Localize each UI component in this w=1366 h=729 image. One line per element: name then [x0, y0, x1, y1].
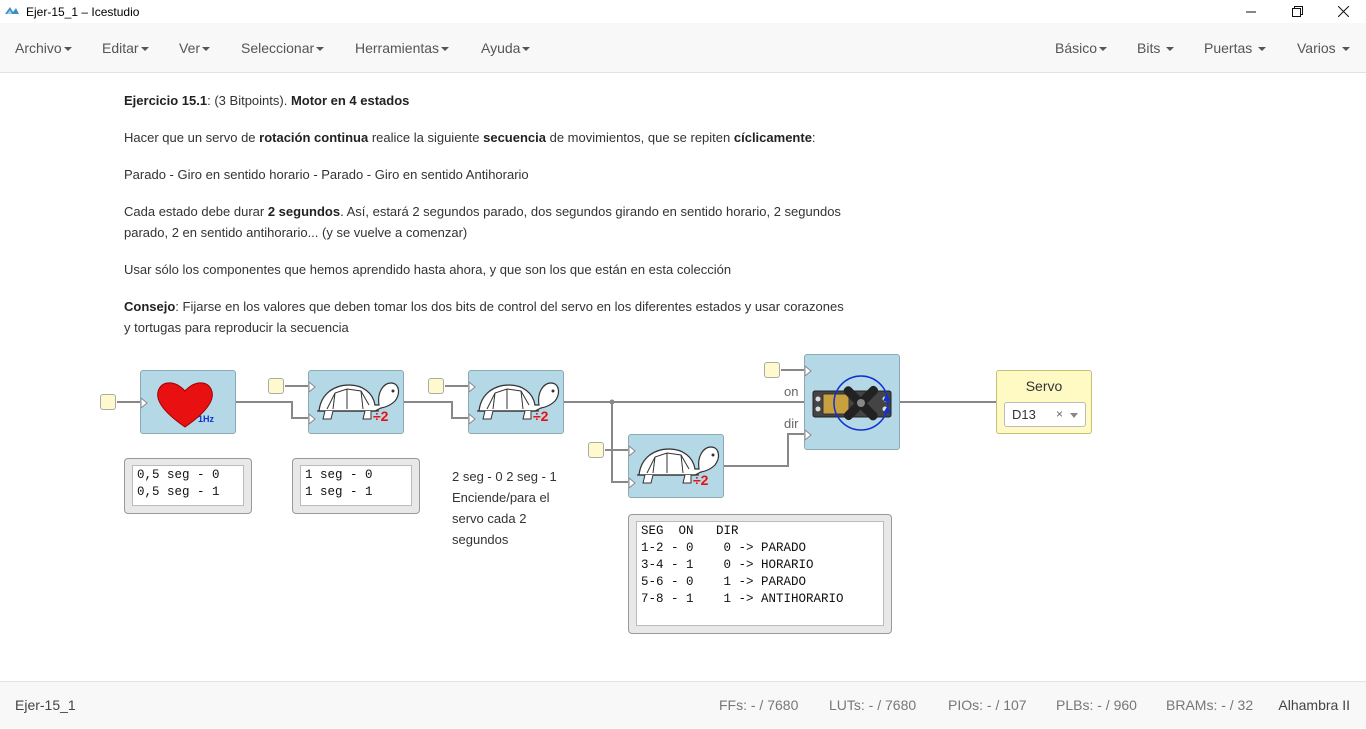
info-memo: 1 seg - 0 1 seg - 1: [292, 458, 420, 514]
caret-down-icon: [202, 47, 211, 52]
heart-frequency-label: 1Hz: [198, 414, 215, 424]
servo-block[interactable]: [804, 354, 900, 450]
servo-port-dir-label: dir: [784, 416, 799, 431]
exercise-paragraph: Usar sólo los componentes que hemos apre…: [124, 262, 732, 277]
servo-motor-icon: [805, 365, 892, 441]
info-memo: 0,5 seg - 0 0,5 seg - 1: [124, 458, 252, 514]
pin-select[interactable]: D13 ×: [1004, 402, 1086, 427]
menu-ayuda[interactable]: Ayuda: [481, 23, 531, 73]
minimize-icon: [1246, 11, 1256, 12]
title-bar: Ejer-15_1 – Icestudio: [0, 0, 1366, 23]
divider-label: ÷2: [533, 408, 549, 424]
menu-label: Editar: [102, 40, 139, 56]
menu-label: Bits: [1137, 40, 1161, 56]
menu-bar: Archivo Editar Ver Seleccionar Herramien…: [0, 23, 1366, 73]
turtle-icon: ÷2: [469, 381, 560, 425]
turtle-divider-block[interactable]: ÷2: [628, 434, 724, 498]
caret-down-icon: [1099, 47, 1108, 52]
menu-herramientas[interactable]: Herramientas: [355, 23, 450, 73]
project-name: Ejer-15_1: [15, 697, 76, 713]
input-port[interactable]: [100, 394, 116, 410]
minimize-button[interactable]: [1228, 0, 1274, 23]
caret-down-icon: [1166, 47, 1175, 52]
exercise-paragraph: Consejo: Fijarse en los valores que debe…: [124, 299, 844, 335]
input-port[interactable]: [268, 378, 284, 394]
input-port[interactable]: [588, 442, 604, 458]
menu-editar[interactable]: Editar: [102, 23, 149, 73]
divider-label: ÷2: [373, 408, 389, 424]
luts-count: LUTs: - / 7680: [829, 697, 917, 713]
servo-output-pin-block[interactable]: Servo D13 ×: [996, 370, 1092, 434]
input-port[interactable]: [428, 378, 444, 394]
turtle-icon: ÷2: [309, 381, 400, 425]
caret-down-icon: [316, 47, 325, 52]
heart-icon: 1Hz: [141, 382, 215, 428]
servo-port-on-label: on: [784, 384, 799, 399]
menu-label: Seleccionar: [241, 40, 315, 56]
menu-label: Básico: [1055, 40, 1098, 56]
menu-label: Varios: [1297, 40, 1336, 56]
menu-label: Herramientas: [355, 40, 440, 56]
input-port[interactable]: [764, 362, 780, 378]
caret-down-icon: [63, 47, 72, 52]
window-title: Ejer-15_1 – Icestudio: [26, 4, 140, 19]
menu-label: Puertas: [1204, 40, 1253, 56]
exercise-paragraph: Hacer que un servo de rotación continua …: [124, 130, 816, 145]
circuit-note: 2 seg - 0 2 seg - 1 Enciende/para el ser…: [452, 469, 557, 547]
brams-count: BRAMs: - / 32: [1166, 697, 1254, 713]
caret-down-icon: [522, 47, 531, 52]
menu-label: Ayuda: [481, 40, 521, 56]
menu-ver[interactable]: Ver: [179, 23, 211, 73]
caret-down-icon: [1258, 47, 1267, 52]
caret-down-icon: [441, 47, 450, 52]
close-icon: [1337, 6, 1349, 17]
memo-text[interactable]: 0,5 seg - 0 0,5 seg - 1: [132, 465, 244, 506]
turtle-icon: ÷2: [629, 445, 720, 489]
plbs-count: PLBs: - / 960: [1056, 697, 1137, 713]
menu-puertas[interactable]: Puertas: [1204, 23, 1267, 73]
menu-archivo[interactable]: Archivo: [15, 23, 72, 73]
memo-text[interactable]: SEG ON DIR 1-2 - 0 0 -> PARADO 3-4 - 1 0…: [636, 521, 884, 626]
menu-seleccionar[interactable]: Seleccionar: [241, 23, 325, 73]
caret-down-icon: [140, 47, 149, 52]
board-selector[interactable]: Alhambra II: [1278, 682, 1350, 729]
exercise-description: Ejercicio 15.1: (3 Bitpoints). Motor en …: [124, 90, 844, 354]
exercise-paragraph: Parado - Giro en sentido horario - Parad…: [124, 167, 529, 182]
turtle-divider-block[interactable]: ÷2: [468, 370, 564, 434]
turtle-divider-block[interactable]: ÷2: [308, 370, 404, 434]
menu-basico[interactable]: Básico: [1055, 23, 1108, 73]
menu-bits[interactable]: Bits: [1137, 23, 1175, 73]
restore-icon: [1291, 6, 1303, 17]
close-button[interactable]: [1320, 0, 1366, 23]
restore-button[interactable]: [1274, 0, 1320, 23]
ffs-count: FFs: - / 7680: [719, 697, 799, 713]
state-table-memo: SEG ON DIR 1-2 - 0 0 -> PARADO 3-4 - 1 0…: [628, 514, 892, 634]
clear-icon[interactable]: ×: [1056, 403, 1063, 426]
menu-label: Ver: [179, 40, 201, 56]
pios-count: PIOs: - / 107: [948, 697, 1027, 713]
memo-text[interactable]: 1 seg - 0 1 seg - 1: [300, 465, 412, 506]
status-bar: Ejer-15_1 FFs: - / 7680 LUTs: - / 7680 P…: [0, 681, 1366, 728]
menu-label: Archivo: [15, 40, 62, 56]
divider-label: ÷2: [693, 472, 709, 488]
output-label: Servo: [1025, 378, 1063, 394]
exercise-title: Ejercicio 15.1: (3 Bitpoints). Motor en …: [124, 93, 410, 108]
heart-block[interactable]: 1Hz: [140, 370, 236, 434]
pin-value: D13: [1012, 407, 1036, 422]
menu-varios[interactable]: Varios: [1297, 23, 1350, 73]
icestudio-logo-icon: [5, 6, 19, 14]
caret-down-icon: [1341, 47, 1350, 52]
exercise-paragraph: Cada estado debe durar 2 segundos. Así, …: [124, 204, 841, 240]
dropdown-arrow-icon[interactable]: [1070, 413, 1078, 418]
